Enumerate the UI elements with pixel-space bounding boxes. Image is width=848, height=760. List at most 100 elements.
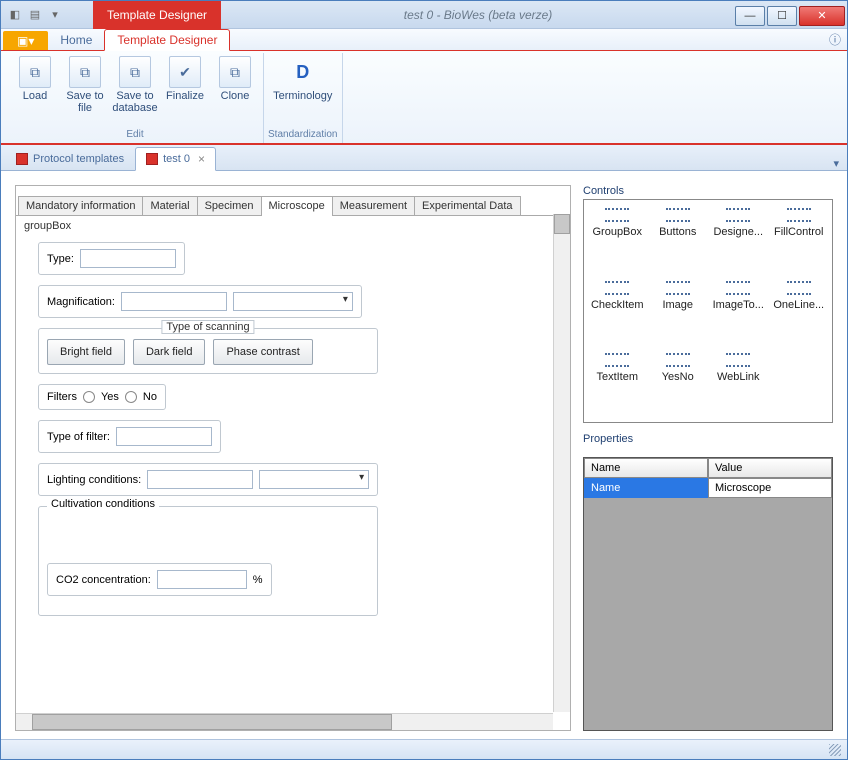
designer-body: groupBox Type: Magnification: Type of sc…	[16, 216, 570, 730]
terminology-button[interactable]: DTerminology	[269, 53, 337, 127]
doc-tab-protocol-templates[interactable]: Protocol templates	[5, 148, 135, 170]
form-tab-material[interactable]: Material	[142, 196, 197, 215]
lighting-box[interactable]: Lighting conditions:	[38, 463, 378, 496]
co2-unit: %	[253, 574, 263, 586]
control-designer[interactable]: Designe...	[709, 208, 768, 269]
prop-value-cell[interactable]: Microscope	[708, 478, 832, 498]
filters-yes-label: Yes	[101, 391, 119, 403]
form-icon	[146, 153, 158, 165]
form-tab-microscope[interactable]: Microscope	[261, 196, 333, 216]
doc-tab-test0[interactable]: test 0×	[135, 147, 216, 171]
qat-button-1[interactable]: ◧	[7, 7, 23, 23]
form-tab-specimen[interactable]: Specimen	[197, 196, 262, 215]
ribbon: ⧉Load ⧉Save to file ⧉Save to database ✔F…	[1, 51, 847, 145]
property-row-name[interactable]: Name Microscope	[584, 478, 832, 498]
cultivation-legend: Cultivation conditions	[47, 498, 159, 510]
type-input[interactable]	[80, 249, 176, 268]
groupbox-label: groupBox	[24, 220, 554, 232]
filter-type-input[interactable]	[116, 427, 212, 446]
form-tab-experimental[interactable]: Experimental Data	[414, 196, 521, 215]
filter-type-label: Type of filter:	[47, 431, 110, 443]
ribbon-group-edit: ⧉Load ⧉Save to file ⧉Save to database ✔F…	[7, 53, 264, 143]
control-checkitem[interactable]: CheckItem	[588, 281, 647, 342]
lighting-label: Lighting conditions:	[47, 474, 141, 486]
properties-panel: Name Value Name Microscope	[583, 457, 833, 731]
ribbon-tabs: ▣▾ Home Template Designer ⓘ	[1, 29, 847, 51]
status-bar	[1, 739, 847, 759]
file-menu-button[interactable]: ▣▾	[3, 31, 48, 50]
magnification-select[interactable]	[233, 292, 353, 311]
document-tabs: Protocol templates test 0× ▾	[1, 145, 847, 171]
filters-box[interactable]: Filters Yes No	[38, 384, 166, 410]
scanning-legend: Type of scanning	[161, 320, 254, 334]
close-tab-icon[interactable]: ×	[198, 152, 205, 166]
h-scroll-thumb[interactable]	[32, 714, 392, 730]
phase-contrast-button[interactable]: Phase contrast	[213, 339, 312, 365]
controls-panel: GroupBox Buttons Designe... FillControl …	[583, 199, 833, 423]
save-to-database-button[interactable]: ⧉Save to database	[111, 53, 159, 127]
titlebar: ◧ ▤ ▾ Template Designer test 0 - BioWes …	[1, 1, 847, 29]
magnification-input[interactable]	[121, 292, 227, 311]
filters-label: Filters	[47, 391, 77, 403]
filters-no-label: No	[143, 391, 157, 403]
control-imageto[interactable]: ImageTo...	[709, 281, 768, 342]
vertical-scrollbar[interactable]	[553, 214, 570, 712]
properties-panel-label: Properties	[583, 433, 833, 445]
control-yesno[interactable]: YesNo	[649, 353, 708, 414]
save-to-file-button[interactable]: ⧉Save to file	[61, 53, 109, 127]
control-oneline[interactable]: OneLine...	[770, 281, 829, 342]
contextual-tab-title: Template Designer	[93, 1, 221, 29]
finalize-button[interactable]: ✔Finalize	[161, 53, 209, 127]
dark-field-button[interactable]: Dark field	[133, 339, 205, 365]
co2-input[interactable]	[157, 570, 247, 589]
close-button[interactable]: ✕	[799, 6, 845, 26]
control-textitem[interactable]: TextItem	[588, 353, 647, 414]
app-window: ◧ ▤ ▾ Template Designer test 0 - BioWes …	[0, 0, 848, 760]
doc-tabs-dropdown[interactable]: ▾	[829, 153, 843, 170]
ribbon-group-std-label: Standardization	[268, 127, 338, 143]
lighting-select[interactable]	[259, 470, 369, 489]
filter-type-box[interactable]: Type of filter:	[38, 420, 221, 453]
control-fillcontrol[interactable]: FillControl	[770, 208, 829, 269]
clone-button[interactable]: ⧉Clone	[211, 53, 259, 127]
qat-dropdown[interactable]: ▾	[47, 7, 63, 23]
tab-template-designer[interactable]: Template Designer	[104, 29, 230, 51]
ribbon-group-standardization: DTerminology Standardization	[264, 53, 343, 143]
type-of-scanning-group[interactable]: Type of scanning Bright field Dark field…	[38, 328, 378, 374]
prop-name-cell: Name	[584, 478, 708, 498]
magnification-label: Magnification:	[47, 296, 115, 308]
properties-header: Name Value	[584, 458, 832, 478]
quick-access-toolbar: ◧ ▤ ▾	[7, 7, 63, 23]
type-label: Type:	[47, 253, 74, 265]
prop-header-name[interactable]: Name	[584, 458, 708, 478]
co2-box[interactable]: CO2 concentration: %	[47, 563, 272, 596]
ribbon-group-edit-label: Edit	[126, 127, 143, 143]
magnification-field-box[interactable]: Magnification:	[38, 285, 362, 318]
type-field-box[interactable]: Type:	[38, 242, 185, 275]
maximize-button[interactable]: ☐	[767, 6, 797, 26]
side-panels: Controls GroupBox Buttons Designe... Fil…	[583, 185, 833, 731]
form-tabs: Mandatory information Material Specimen …	[16, 196, 570, 216]
horizontal-scrollbar[interactable]	[16, 713, 553, 730]
qat-button-2[interactable]: ▤	[27, 7, 43, 23]
tab-home[interactable]: Home	[48, 29, 104, 50]
content-area: Mandatory information Material Specimen …	[1, 171, 847, 739]
v-scroll-thumb[interactable]	[554, 214, 570, 234]
cultivation-group[interactable]: Cultivation conditions CO2 concentration…	[38, 506, 378, 616]
form-tab-mandatory[interactable]: Mandatory information	[18, 196, 143, 215]
filters-no-radio[interactable]	[125, 391, 137, 403]
bright-field-button[interactable]: Bright field	[47, 339, 125, 365]
load-button[interactable]: ⧉Load	[11, 53, 59, 127]
prop-header-value[interactable]: Value	[708, 458, 832, 478]
filters-yes-radio[interactable]	[83, 391, 95, 403]
control-weblink[interactable]: WebLink	[709, 353, 768, 414]
help-button[interactable]: ⓘ	[829, 31, 847, 48]
control-buttons[interactable]: Buttons	[649, 208, 708, 269]
resize-grip[interactable]	[829, 744, 841, 756]
control-image[interactable]: Image	[649, 281, 708, 342]
designer-surface: Mandatory information Material Specimen …	[15, 185, 571, 731]
lighting-input[interactable]	[147, 470, 253, 489]
minimize-button[interactable]: —	[735, 6, 765, 26]
control-groupbox[interactable]: GroupBox	[588, 208, 647, 269]
form-tab-measurement[interactable]: Measurement	[332, 196, 415, 215]
